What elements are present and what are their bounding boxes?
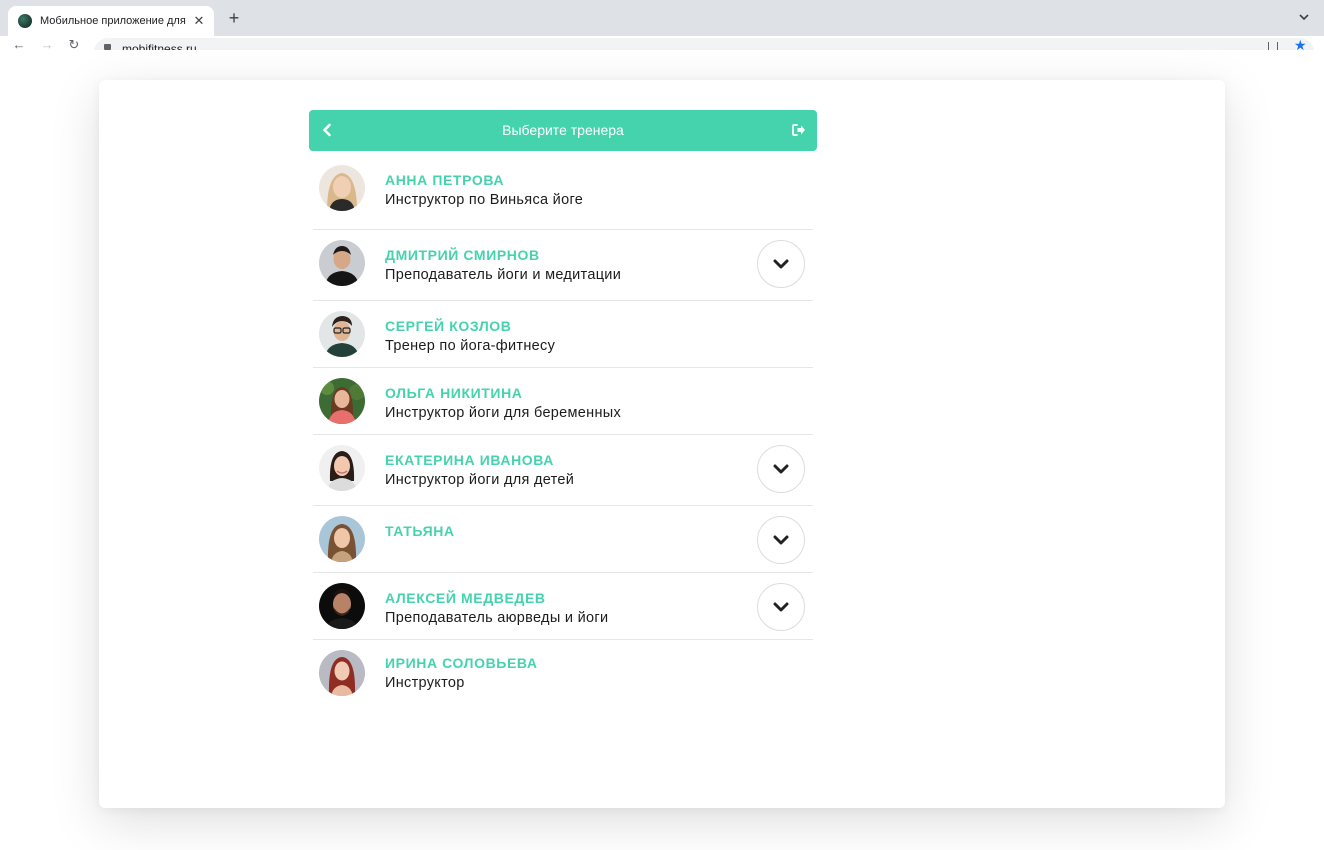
trainer-avatar [319, 240, 365, 286]
trainer-avatar [319, 165, 365, 211]
trainer-name: АННА ПЕТРОВА [385, 172, 505, 188]
trainer-name: АЛЕКСЕЙ МЕДВЕДЕВ [385, 590, 546, 606]
browser-tab-bar: Мобильное приложение для ✕ + [0, 0, 1324, 36]
trainer-avatar [319, 583, 365, 629]
expand-button[interactable] [757, 240, 805, 288]
trainer-row-anna-petrova[interactable]: АННА ПЕТРОВА Инструктор по Виньяса йоге [313, 159, 813, 230]
forward-arrow-icon[interactable]: → [40, 38, 54, 51]
trainer-row-ekaterina-ivanova[interactable]: ЕКАТЕРИНА ИВАНОВА Инструктор йоги для де… [313, 435, 813, 506]
trainer-role: Преподаватель аюрведы и йоги [385, 610, 609, 626]
tab-search-chevron-icon[interactable] [1298, 11, 1310, 23]
trainer-avatar [319, 516, 365, 562]
sign-out-icon [792, 124, 805, 136]
trainer-name: ИРИНА СОЛОВЬЕВА [385, 655, 538, 671]
trainer-role: Инструктор йоги для детей [385, 472, 575, 488]
trainer-row-irina-solovyeva[interactable]: ИРИНА СОЛОВЬЕВА Инструктор [313, 640, 813, 707]
chevron-left-icon [323, 123, 331, 137]
new-tab-icon[interactable]: + [224, 8, 244, 28]
chevron-down-icon [773, 535, 789, 545]
trainer-list: АННА ПЕТРОВА Инструктор по Виньяса йоге … [313, 159, 813, 707]
trainer-name: ДМИТРИЙ СМИРНОВ [385, 247, 540, 263]
trainer-row-tatyana[interactable]: ТАТЬЯНА [313, 506, 813, 573]
page-viewport: Выберите тренера АННА ПЕТРОВА Инструктор… [0, 50, 1324, 850]
trainer-role: Инструктор по Виньяса йоге [385, 192, 584, 208]
trainer-role: Тренер по йога-фитнесу [385, 338, 556, 354]
back-arrow-icon[interactable]: ← [12, 38, 26, 51]
logout-button[interactable] [789, 120, 809, 140]
tab-close-icon[interactable]: ✕ [192, 14, 206, 28]
chevron-down-icon [773, 259, 789, 269]
trainer-role: Преподаватель йоги и медитации [385, 267, 622, 283]
trainer-role: Инструктор [385, 675, 465, 691]
trainer-name: ТАТЬЯНА [385, 523, 455, 539]
share-icon[interactable] [1268, 42, 1278, 50]
chevron-down-icon [773, 464, 789, 474]
trainer-name: СЕРГЕЙ КОЗЛОВ [385, 318, 512, 334]
trainer-row-dmitry-smirnov[interactable]: ДМИТРИЙ СМИРНОВ Преподаватель йоги и мед… [313, 230, 813, 301]
trainer-avatar [319, 445, 365, 491]
bookmark-star-icon[interactable]: ★ [1294, 38, 1307, 50]
chevron-down-icon [773, 602, 789, 612]
browser-tab[interactable]: Мобильное приложение для ✕ [8, 6, 214, 36]
site-favicon-icon [18, 14, 32, 28]
expand-button[interactable] [757, 445, 805, 493]
browser-toolbar: ← → ↻ mobifitness.ru ★ [0, 36, 1324, 50]
expand-button[interactable] [757, 583, 805, 631]
trainer-name: ОЛЬГА НИКИТИНА [385, 385, 523, 401]
trainer-name: ЕКАТЕРИНА ИВАНОВА [385, 452, 555, 468]
expand-button[interactable] [757, 516, 805, 564]
trainer-avatar [319, 650, 365, 696]
trainer-row-olga-nikitina[interactable]: ОЛЬГА НИКИТИНА Инструктор йоги для берем… [313, 368, 813, 435]
back-button[interactable] [317, 120, 337, 140]
trainer-row-sergey-kozlov[interactable]: СЕРГЕЙ КОЗЛОВ Тренер по йога-фитнесу [313, 301, 813, 368]
url-text[interactable]: mobifitness.ru [122, 42, 197, 50]
trainer-avatar [319, 378, 365, 424]
trainer-avatar [319, 311, 365, 357]
trainer-role: Инструктор йоги для беременных [385, 405, 622, 421]
trainer-row-aleksey-medvedev[interactable]: АЛЕКСЕЙ МЕДВЕДЕВ Преподаватель аюрведы и… [313, 573, 813, 640]
address-bar[interactable] [94, 38, 1314, 50]
tab-title: Мобильное приложение для [40, 15, 186, 27]
header-title: Выберите тренера [502, 122, 624, 138]
app-header: Выберите тренера [309, 110, 817, 151]
reload-icon[interactable]: ↻ [67, 38, 81, 51]
